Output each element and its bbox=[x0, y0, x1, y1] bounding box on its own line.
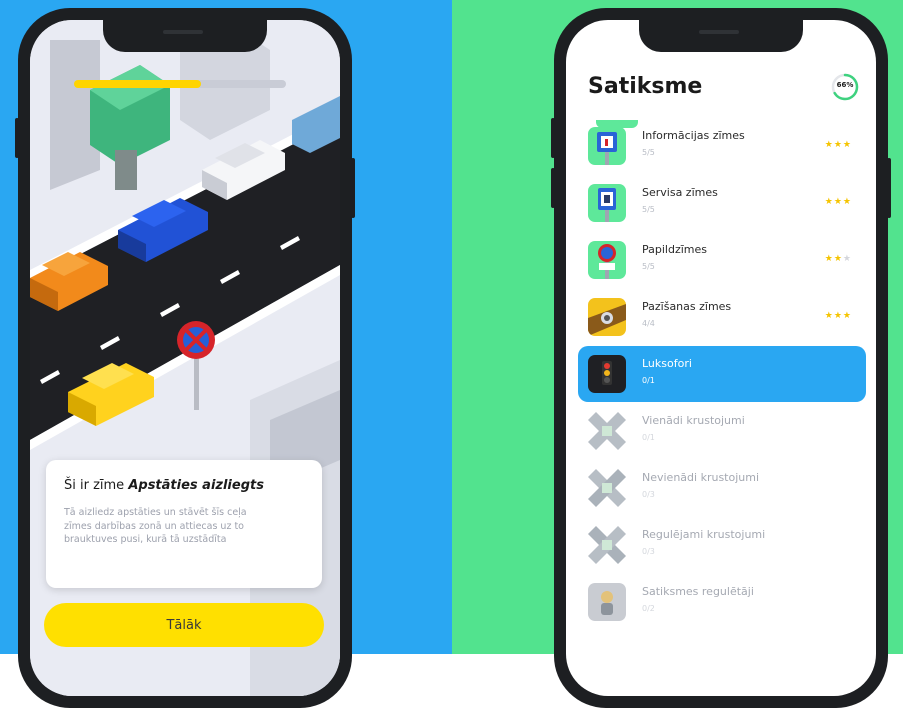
list-item[interactable]: Nevienādi krustojumi 0/3 bbox=[578, 460, 866, 516]
phone-right: Satiksme 66% Informācijas zīmes 5/5 ★★★ Ser… bbox=[551, 8, 891, 708]
list-item-title: Nevienādi krustojumi bbox=[642, 471, 760, 484]
service-sign-icon bbox=[588, 184, 626, 222]
list-item-progress: 5/5 bbox=[642, 262, 655, 271]
power-button bbox=[351, 158, 355, 218]
phone-notch bbox=[103, 20, 267, 52]
star-icon: ★ bbox=[824, 311, 834, 321]
star-rating: ★★★ bbox=[825, 197, 852, 207]
star-icon: ★ bbox=[842, 140, 852, 150]
crossroad-icon bbox=[588, 469, 626, 507]
level-progress-bar bbox=[74, 80, 286, 88]
star-icon: ★ bbox=[842, 254, 852, 264]
list-item-title: Satiksmes regulētāji bbox=[642, 585, 754, 598]
crossroad-icon bbox=[588, 526, 626, 564]
star-icon: ★ bbox=[824, 254, 834, 264]
traffic-light-icon bbox=[588, 355, 626, 393]
star-rating: ★★★ bbox=[825, 254, 852, 264]
sign-name: Apstāties aizliegts bbox=[128, 478, 264, 493]
star-icon: ★ bbox=[833, 140, 843, 150]
list-item-progress: 0/1 bbox=[642, 433, 655, 442]
page-title: Satiksme bbox=[588, 74, 703, 99]
list-item[interactable]: Informācijas zīmes 5/5 ★★★ bbox=[578, 118, 866, 174]
star-icon: ★ bbox=[842, 311, 852, 321]
list-item-progress: 0/2 bbox=[642, 604, 655, 613]
list-item[interactable]: Satiksmes regulētāji 0/2 bbox=[578, 574, 866, 630]
star-icon: ★ bbox=[824, 197, 834, 207]
crossroad-icon bbox=[588, 412, 626, 450]
category-screen: Satiksme 66% Informācijas zīmes 5/5 ★★★ Ser… bbox=[566, 20, 876, 696]
star-icon: ★ bbox=[833, 311, 843, 321]
star-icon: ★ bbox=[833, 197, 843, 207]
list-item-progress: 0/3 bbox=[642, 490, 655, 499]
game-screen: Ši ir zīme Apstāties aizliegts Tā aizlie… bbox=[30, 20, 340, 696]
list-item-progress: 0/1 bbox=[642, 376, 655, 385]
list-item-title: Papildzīmes bbox=[642, 243, 708, 256]
list-item-progress: 5/5 bbox=[642, 148, 655, 157]
list-item-progress: 5/5 bbox=[642, 205, 655, 214]
completion-ring: 66% bbox=[830, 72, 860, 102]
list-item[interactable]: Papildzīmes 5/5 ★★★ bbox=[578, 232, 866, 288]
phone-left: Ši ir zīme Apstāties aizliegts Tā aizlie… bbox=[15, 8, 355, 708]
list-item[interactable]: Vienādi krustojumi 0/1 bbox=[578, 403, 866, 459]
list-item-title: Informācijas zīmes bbox=[642, 129, 745, 142]
volume-button-2 bbox=[551, 168, 555, 208]
volume-button bbox=[15, 118, 19, 158]
next-button[interactable]: Tālāk bbox=[44, 603, 324, 647]
list-item-title: Vienādi krustojumi bbox=[642, 414, 745, 427]
completion-percent: 66% bbox=[836, 81, 854, 89]
power-button bbox=[887, 158, 891, 218]
list-item[interactable]: Regulējami krustojumi 0/3 bbox=[578, 517, 866, 573]
star-rating: ★★★ bbox=[825, 140, 852, 150]
star-rating: ★★★ bbox=[825, 311, 852, 321]
information-sign-icon bbox=[588, 127, 626, 165]
star-icon: ★ bbox=[833, 254, 843, 264]
recognition-sign-icon bbox=[588, 298, 626, 336]
list-item-title: Pazīšanas zīmes bbox=[642, 300, 732, 313]
road-scene bbox=[30, 20, 340, 696]
list-item[interactable]: Servisa zīmes 5/5 ★★★ bbox=[578, 175, 866, 231]
list-item[interactable]: Luksofori 0/1 bbox=[578, 346, 866, 402]
star-icon: ★ bbox=[842, 197, 852, 207]
list-item-title: Luksofori bbox=[642, 357, 692, 370]
list-item-title: Servisa zīmes bbox=[642, 186, 718, 199]
sign-info-card: Ši ir zīme Apstāties aizliegts Tā aizlie… bbox=[46, 460, 322, 588]
phone-notch bbox=[639, 20, 803, 52]
level-progress-fill bbox=[74, 80, 202, 88]
sign-info-title: Ši ir zīme Apstāties aizliegts bbox=[64, 478, 264, 493]
supplementary-sign-icon bbox=[588, 241, 626, 279]
list-item-title: Regulējami krustojumi bbox=[642, 528, 766, 541]
list-item-progress: 0/3 bbox=[642, 547, 655, 556]
traffic-controller-icon bbox=[588, 583, 626, 621]
volume-button bbox=[551, 118, 555, 158]
star-icon: ★ bbox=[824, 140, 834, 150]
list-item[interactable]: Pazīšanas zīmes 4/4 ★★★ bbox=[578, 289, 866, 345]
list-item-progress: 4/4 bbox=[642, 319, 655, 328]
sign-info-description: Tā aizliedz apstāties un stāvēt šīs ceļa… bbox=[64, 507, 247, 545]
